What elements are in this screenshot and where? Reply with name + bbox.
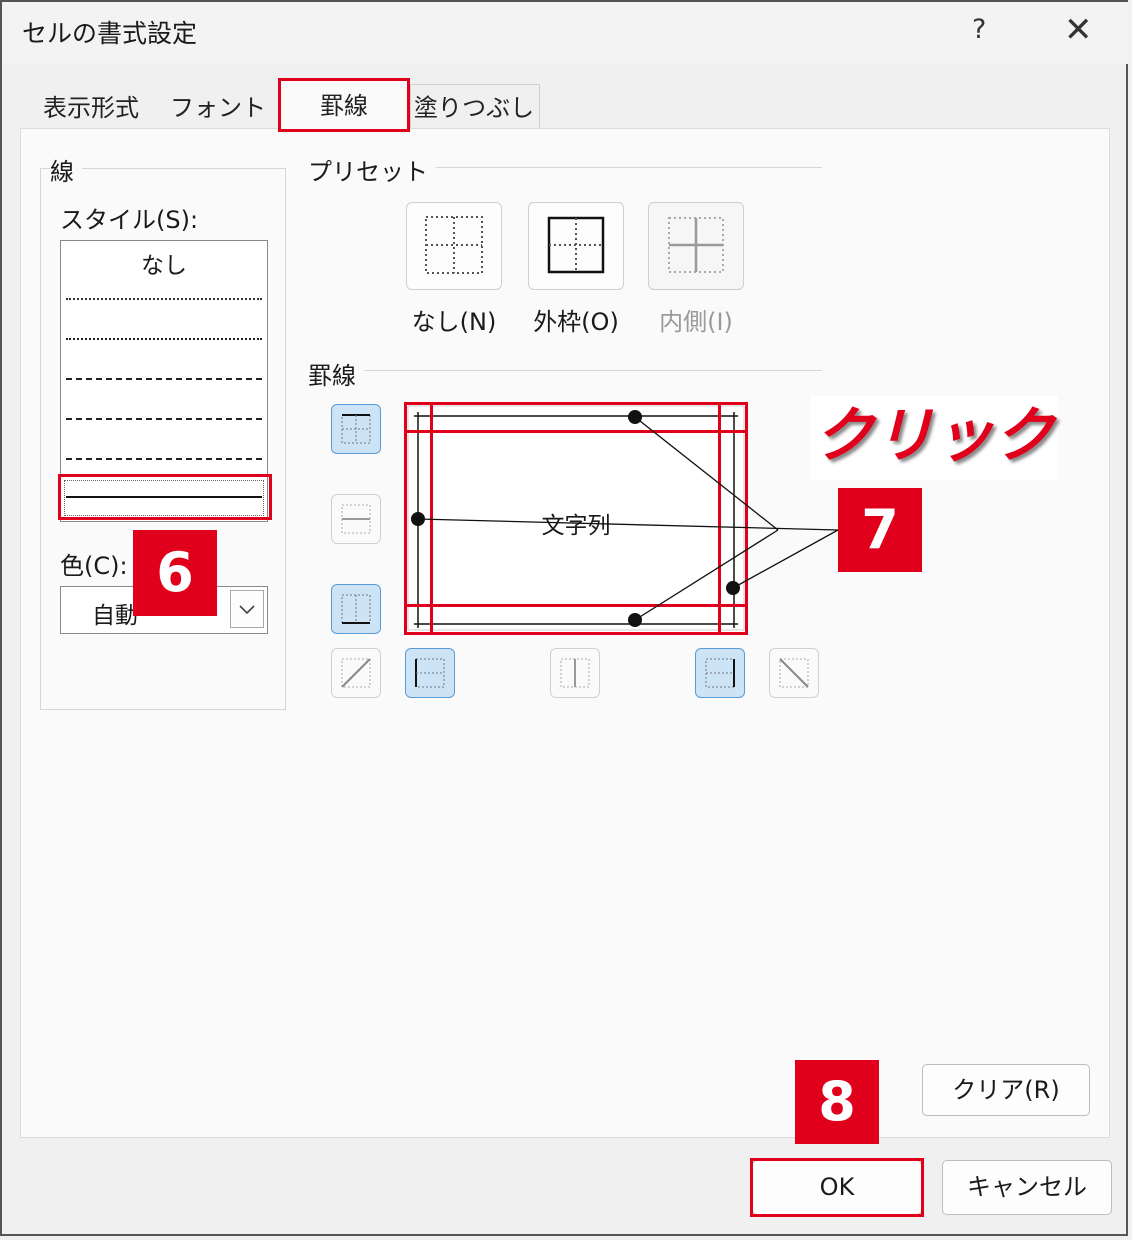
step-7-badge: 7 [838,488,922,572]
step-6-badge: 6 [133,530,217,616]
cancel-button[interactable]: キャンセル [942,1160,1112,1215]
callout-pointers [411,410,839,627]
clear-button[interactable]: クリア(R) [922,1064,1090,1116]
click-callout: クリック [810,396,1058,480]
step-8-badge: 8 [795,1060,879,1144]
ok-button-highlight [750,1158,924,1217]
